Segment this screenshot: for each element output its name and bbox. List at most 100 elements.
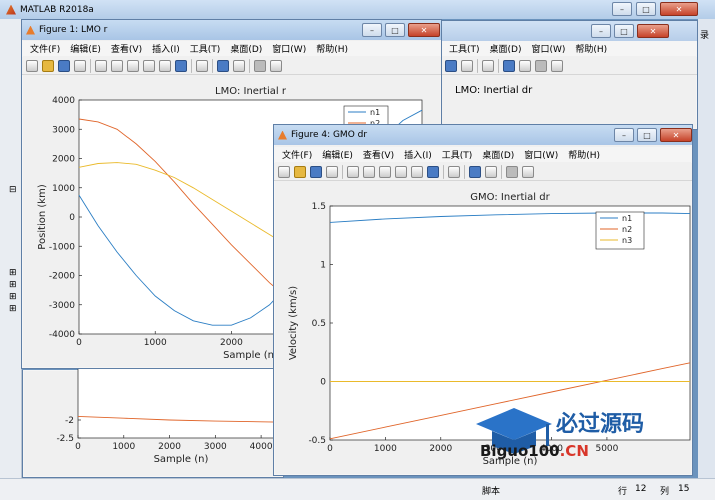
menu-desktop[interactable]: 桌面(D) [230,42,262,55]
menu-tools[interactable]: 工具(T) [190,42,221,55]
menu-edit[interactable]: 编辑(E) [322,148,353,161]
status-col: 15 [678,484,690,494]
y-tick-label: -1000 [49,242,75,252]
app-title: MATLAB R2018a [20,4,94,15]
open-file-icon[interactable] [42,59,54,72]
menu-insert[interactable]: 插入(I) [404,148,432,161]
show-plot-tools-icon[interactable] [522,165,534,178]
fig4-minimize-button[interactable]: – [614,128,634,142]
brush-icon[interactable] [175,59,187,72]
x-tick-label: 3000 [204,442,227,452]
fig3-close-button[interactable]: ✕ [637,24,669,38]
x-tick-label: 0 [75,442,81,452]
app-minimize-button[interactable]: – [612,2,632,16]
print-icon[interactable] [326,165,338,178]
fig3-menu-window[interactable]: 窗口(W) [531,42,565,55]
rotate-icon[interactable] [395,165,407,178]
brush-icon[interactable] [427,165,439,178]
hide-plot-tools-icon[interactable] [506,165,518,178]
left-panel-glyph: ⊞ [9,268,17,278]
menu-window[interactable]: 窗口(W) [524,148,558,161]
app-right-text: 录 [700,31,710,41]
menu-window[interactable]: 窗口(W) [272,42,306,55]
y-tick-label: 1000 [52,184,75,194]
menu-view[interactable]: 查看(V) [363,148,394,161]
save-icon[interactable] [58,59,70,72]
fig1-close-button[interactable]: ✕ [408,23,440,37]
fig1-title: Figure 1: LMO r [39,25,108,35]
fig3-menu-tools[interactable]: 工具(T) [449,42,480,55]
data-cursor-icon[interactable] [159,59,171,72]
status-script: 脚本 [482,487,501,497]
menu-file[interactable]: 文件(F) [30,42,60,55]
toolbar-separator [342,164,343,179]
menu-help[interactable]: 帮助(H) [316,42,348,55]
print-preview-icon[interactable] [482,59,494,72]
menu-desktop[interactable]: 桌面(D) [482,148,514,161]
fig3-menu-desktop[interactable]: 桌面(D) [490,42,522,55]
zoom-in-icon[interactable] [347,165,359,178]
fig4-close-button[interactable]: ✕ [660,128,692,142]
app-close-button[interactable]: ✕ [660,2,698,16]
y-tick-label: 0 [320,378,326,388]
zoom-out-icon[interactable] [363,165,375,178]
new-figure-icon[interactable] [26,59,38,72]
legend-icon[interactable] [233,59,245,72]
hide-plot-tools-icon[interactable] [535,59,547,72]
new-figure-icon[interactable] [278,165,290,178]
watermark-title: 必过源码 [556,412,645,437]
menu-help[interactable]: 帮助(H) [568,148,600,161]
hide-plot-tools-icon[interactable] [254,59,266,72]
data-cursor-icon[interactable] [411,165,423,178]
legend-icon[interactable] [519,59,531,72]
legend-icon[interactable] [485,165,497,178]
chart-title: LMO: Inertial r [215,86,287,97]
figure-3-window: – □ ✕ 工具(T) 桌面(D) 窗口(W) 帮助(H) LMO: Inert… [440,20,698,130]
open-file-icon[interactable] [294,165,306,178]
link-icon[interactable] [196,59,208,72]
y-tick-label: 0.5 [312,319,326,329]
colorbar-icon[interactable] [503,59,515,72]
show-plot-tools-icon[interactable] [551,59,563,72]
legend-label: n3 [622,236,632,245]
show-plot-tools-icon[interactable] [270,59,282,72]
fig3-minimize-button[interactable]: – [591,24,611,38]
zoom-out-icon[interactable] [111,59,123,72]
print-icon[interactable] [74,59,86,72]
toolbar-separator [90,58,91,73]
fig3-maximize-button[interactable]: □ [614,24,634,38]
matlab-titlebar: MATLAB R2018a [0,0,715,19]
app-maximize-button[interactable]: □ [636,2,656,16]
fig3-menubar: 工具(T) 桌面(D) 窗口(W) 帮助(H) [441,41,697,56]
left-panel-glyph: ⊞ [9,292,17,302]
menu-insert[interactable]: 插入(I) [152,42,180,55]
y-tick-label: -2 [65,416,74,426]
colorbar-icon[interactable] [217,59,229,72]
fig1-toolbar [22,57,441,75]
brush-icon[interactable] [445,59,457,72]
chart-lmo-dr: LMO: Inertial dr01000200030004000-2-2.5S… [56,368,284,465]
pan-icon[interactable] [379,165,391,178]
menu-file[interactable]: 文件(F) [282,148,312,161]
fig3-plot-title: LMO: Inertial dr [455,85,533,96]
toolbar-separator [498,58,499,73]
zoom-in-icon[interactable] [95,59,107,72]
y-tick-label: 0 [69,213,75,223]
fig4-maximize-button[interactable]: □ [637,128,657,142]
pan-icon[interactable] [127,59,139,72]
link-icon[interactable] [461,59,473,72]
fig1-maximize-button[interactable]: □ [385,23,405,37]
fig1-minimize-button[interactable]: – [362,23,382,37]
menu-edit[interactable]: 编辑(E) [70,42,101,55]
watermark-tld: .CN [559,442,589,460]
save-icon[interactable] [310,165,322,178]
fig3-menu-help[interactable]: 帮助(H) [575,42,607,55]
menu-view[interactable]: 查看(V) [111,42,142,55]
colorbar-icon[interactable] [469,165,481,178]
x-tick-label: 2000 [158,442,181,452]
link-icon[interactable] [448,165,460,178]
menu-tools[interactable]: 工具(T) [442,148,473,161]
status-bar: 脚本 行 12 列 15 [0,478,715,500]
toolbar-separator [477,58,478,73]
rotate-icon[interactable] [143,59,155,72]
